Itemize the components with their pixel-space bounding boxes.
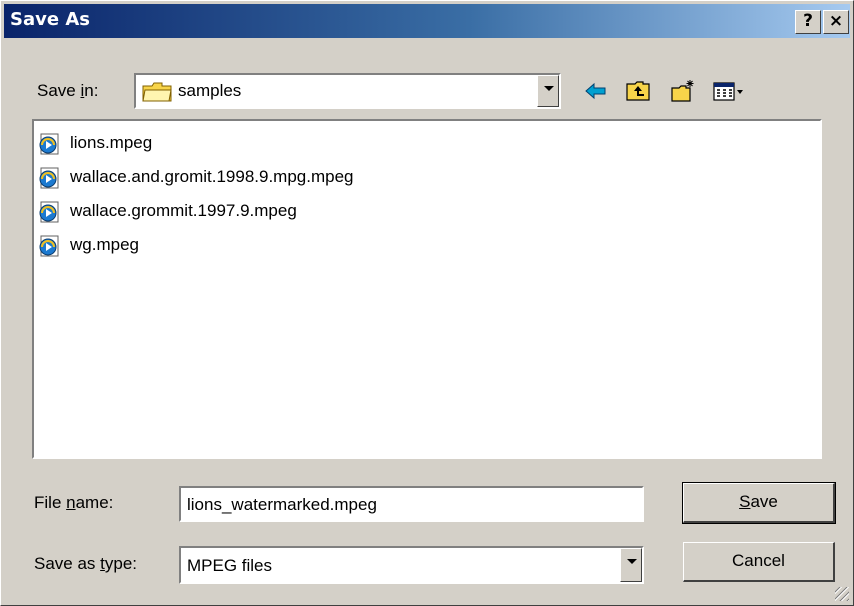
save-as-dialog: Save As ? × Save in: samples lions.mpeg … bbox=[0, 0, 854, 606]
save-in-combobox[interactable]: samples bbox=[134, 73, 561, 109]
media-file-icon bbox=[39, 167, 59, 189]
new-folder-icon[interactable] bbox=[670, 79, 696, 103]
save-as-type-dropdown-button[interactable] bbox=[620, 548, 642, 582]
file-name-input[interactable]: lions_watermarked.mpeg bbox=[179, 486, 644, 522]
view-menu-icon[interactable] bbox=[712, 79, 746, 103]
file-name: wallace.grommit.1997.9.mpeg bbox=[70, 201, 297, 220]
window-title: Save As bbox=[10, 9, 90, 30]
help-button[interactable]: ? bbox=[795, 10, 821, 34]
media-file-icon bbox=[39, 133, 59, 155]
file-name: wg.mpeg bbox=[70, 235, 139, 254]
file-name-value: lions_watermarked.mpeg bbox=[187, 495, 377, 514]
file-name: lions.mpeg bbox=[70, 133, 153, 152]
up-folder-icon[interactable] bbox=[625, 79, 651, 103]
file-name: wallace.and.gromit.1998.9.mpg.mpeg bbox=[70, 167, 354, 186]
save-as-type-value: MPEG files bbox=[187, 556, 273, 575]
close-button[interactable]: × bbox=[823, 10, 849, 34]
back-icon[interactable] bbox=[583, 79, 609, 103]
title-bar[interactable]: Save As ? × bbox=[4, 4, 850, 38]
save-as-type-combobox[interactable]: MPEG files bbox=[179, 546, 644, 584]
resize-grip[interactable] bbox=[835, 587, 849, 601]
cancel-button[interactable]: Cancel bbox=[683, 542, 835, 582]
folder-icon bbox=[142, 82, 172, 102]
save-in-label: Save in: bbox=[37, 81, 99, 100]
save-in-value: samples bbox=[178, 81, 242, 100]
file-list[interactable]: lions.mpeg wallace.and.gromit.1998.9.mpg… bbox=[32, 119, 822, 459]
save-in-dropdown-button[interactable] bbox=[537, 75, 559, 107]
media-file-icon bbox=[39, 201, 59, 223]
save-as-type-label: Save as type: bbox=[34, 554, 138, 573]
file-name-label: File name: bbox=[34, 493, 114, 512]
save-button[interactable]: Save bbox=[682, 482, 836, 524]
media-file-icon bbox=[39, 235, 59, 257]
